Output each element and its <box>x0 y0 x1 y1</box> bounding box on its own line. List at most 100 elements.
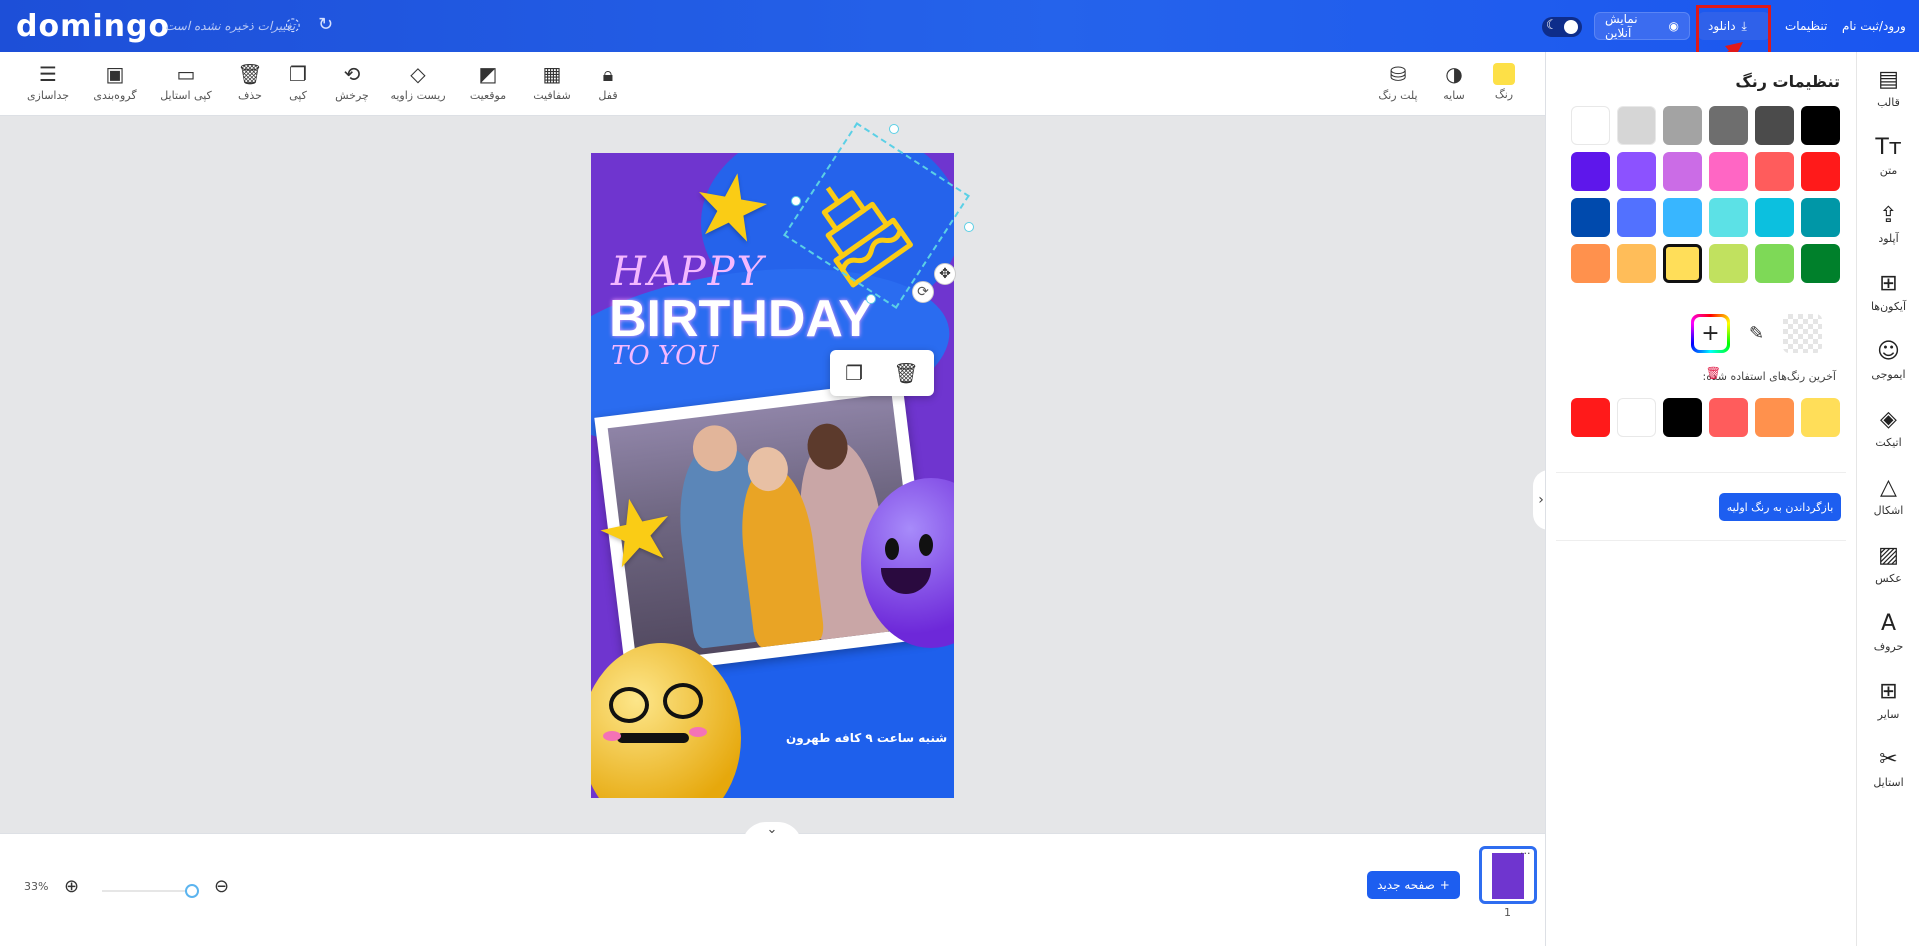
side-nav-item[interactable]: ▨ عکس <box>1857 542 1919 585</box>
color-swatch[interactable] <box>1571 106 1610 145</box>
selection-handle[interactable] <box>866 294 876 304</box>
design-text-to-you[interactable]: TO YOU <box>611 341 718 371</box>
color-swatch[interactable] <box>1755 152 1794 191</box>
side-nav-item[interactable]: ◈ اتیکت <box>1857 406 1919 449</box>
selection-handle[interactable] <box>889 124 899 134</box>
recent-colors-label: آخرین رنگ‌های استفاده شده: <box>1702 370 1836 383</box>
color-swatch[interactable] <box>1801 244 1840 283</box>
color-swatch[interactable] <box>1617 244 1656 283</box>
tool-palette[interactable]: ⛁ پلت رنگ <box>1368 62 1428 102</box>
move-handle-icon[interactable]: ✥ <box>934 263 956 285</box>
color-swatch[interactable] <box>1801 106 1840 145</box>
zoom-in-icon[interactable]: ⊕ <box>64 876 79 897</box>
context-menu: ❐ 🗑︎ <box>830 350 934 396</box>
trash-icon[interactable]: 🗑︎ <box>893 361 918 385</box>
tool-rotate[interactable]: ⟲ چرخش <box>322 62 382 102</box>
refresh-icon[interactable]: ↻ <box>318 14 333 35</box>
tool-reset-angle-label: ریست زاویه <box>390 89 446 102</box>
star-sticker[interactable]: ★ <box>683 153 781 266</box>
side-nav-item[interactable]: A حروف <box>1857 610 1919 653</box>
color-swatch[interactable] <box>1663 244 1702 283</box>
color-swatch[interactable] <box>1571 244 1610 283</box>
color-swatch[interactable] <box>1755 244 1794 283</box>
color-swatch[interactable] <box>1801 152 1840 191</box>
recent-color-swatch[interactable] <box>1709 398 1748 437</box>
color-swatch[interactable] <box>1709 152 1748 191</box>
style-icon: ✂ <box>1879 747 1898 772</box>
selection-handle[interactable] <box>791 196 801 206</box>
copy-icon[interactable]: ❐ <box>845 361 863 385</box>
design-event-text[interactable]: شنبه ساعت ۹ کافه طهرون <box>786 731 947 745</box>
tool-reset-angle[interactable]: ◇ ریست زاویه <box>388 62 448 102</box>
more-dots-icon[interactable]: ··· <box>1520 847 1531 860</box>
color-swatch[interactable] <box>1571 198 1610 237</box>
eyedropper-icon[interactable]: ✎ <box>1737 314 1776 353</box>
tool-group[interactable]: ▣ گروه‌بندی <box>85 62 145 102</box>
tool-lock[interactable]: 🔒︎ قفل <box>578 62 638 102</box>
zoom-out-icon[interactable]: ⊖ <box>214 876 229 897</box>
zoom-slider-thumb[interactable] <box>185 884 199 898</box>
side-nav-item[interactable]: ▤ قالب <box>1857 66 1919 109</box>
trash-icon[interactable]: 🗑︎ <box>1706 366 1721 380</box>
color-swatch[interactable] <box>1617 106 1656 145</box>
tool-opacity[interactable]: ▦ شفافیت <box>522 62 582 102</box>
layers-icon: ◩ <box>478 62 498 86</box>
color-swatch[interactable] <box>1755 198 1794 237</box>
tool-copy-style[interactable]: ▭ کپی استایل <box>156 62 216 102</box>
tag-icon: ◈ <box>1880 407 1897 432</box>
side-nav-label: حروف <box>1873 640 1904 653</box>
tool-shadow[interactable]: ◑ سایه <box>1424 62 1484 102</box>
login-link[interactable]: ورود/ثبت نام <box>1842 19 1906 33</box>
side-nav-item[interactable]: ⊞ سایر <box>1857 678 1919 721</box>
color-swatch[interactable] <box>1709 106 1748 145</box>
zoom-slider-track[interactable] <box>102 890 192 892</box>
color-swatch[interactable] <box>1617 198 1656 237</box>
glasses-lens <box>609 687 649 723</box>
color-swatch[interactable] <box>1617 152 1656 191</box>
tool-ungroup[interactable]: ☰ جداسازی <box>18 62 78 102</box>
recent-color-swatch[interactable] <box>1801 398 1840 437</box>
color-swatch[interactable] <box>1709 198 1748 237</box>
design-text-birthday[interactable]: BIRTHDAY <box>609 289 873 349</box>
shadow-icon: ◑ <box>1445 62 1463 86</box>
recent-color-swatch[interactable] <box>1571 398 1610 437</box>
tool-delete[interactable]: 🗑︎ حذف <box>220 62 280 102</box>
side-nav-item[interactable]: ⇪ آپلود <box>1857 202 1919 245</box>
reset-color-button[interactable]: بازگرداندن به رنگ اولیه <box>1719 493 1841 521</box>
add-color-button[interactable]: + <box>1691 314 1730 353</box>
color-swatch[interactable] <box>1663 106 1702 145</box>
tool-position[interactable]: ◩ موقعیت <box>458 62 518 102</box>
page-thumbnail[interactable]: ··· <box>1479 846 1537 904</box>
recent-color-swatch[interactable] <box>1617 398 1656 437</box>
online-preview-button[interactable]: نمایش آنلاین ◉ <box>1594 12 1690 40</box>
side-nav-label: استایل <box>1873 776 1904 789</box>
color-swatch[interactable] <box>1801 198 1840 237</box>
transparent-swatch[interactable] <box>1783 314 1822 353</box>
side-nav-item[interactable]: △ اشکال <box>1857 474 1919 517</box>
side-nav-item[interactable]: ✂ استایل <box>1857 746 1919 789</box>
moon-icon: ☾ <box>1546 18 1558 33</box>
settings-link[interactable]: تنظیمات <box>1785 19 1827 33</box>
recent-color-swatch[interactable] <box>1755 398 1794 437</box>
color-swatch[interactable] <box>1709 244 1748 283</box>
color-swatch[interactable] <box>1755 106 1794 145</box>
divider <box>1556 472 1846 473</box>
tool-position-label: موقعیت <box>469 89 507 102</box>
selection-handle[interactable] <box>964 222 974 232</box>
logo[interactable]: domingo <box>16 9 170 44</box>
color-swatch[interactable] <box>1663 198 1702 237</box>
side-nav-item[interactable]: Tт متن <box>1857 134 1919 177</box>
theme-toggle[interactable]: ☾ <box>1542 17 1582 37</box>
rotate-handle-icon[interactable]: ⟳ <box>912 281 934 303</box>
color-swatch[interactable] <box>1663 152 1702 191</box>
side-nav-item[interactable]: ☺ ایموجی <box>1857 338 1919 381</box>
new-page-button[interactable]: صفحه جدید + <box>1367 871 1460 899</box>
color-swatch[interactable] <box>1571 152 1610 191</box>
online-preview-label: نمایش آنلاین <box>1605 12 1638 40</box>
group-icon: ▣ <box>105 62 125 86</box>
image-icon: ▨ <box>1878 543 1899 568</box>
side-nav-item[interactable]: ⊞ آیکون‌ها <box>1857 270 1919 313</box>
recent-color-swatch[interactable] <box>1663 398 1702 437</box>
side-nav-label: قالب <box>1877 96 1900 109</box>
cheek <box>689 727 707 737</box>
